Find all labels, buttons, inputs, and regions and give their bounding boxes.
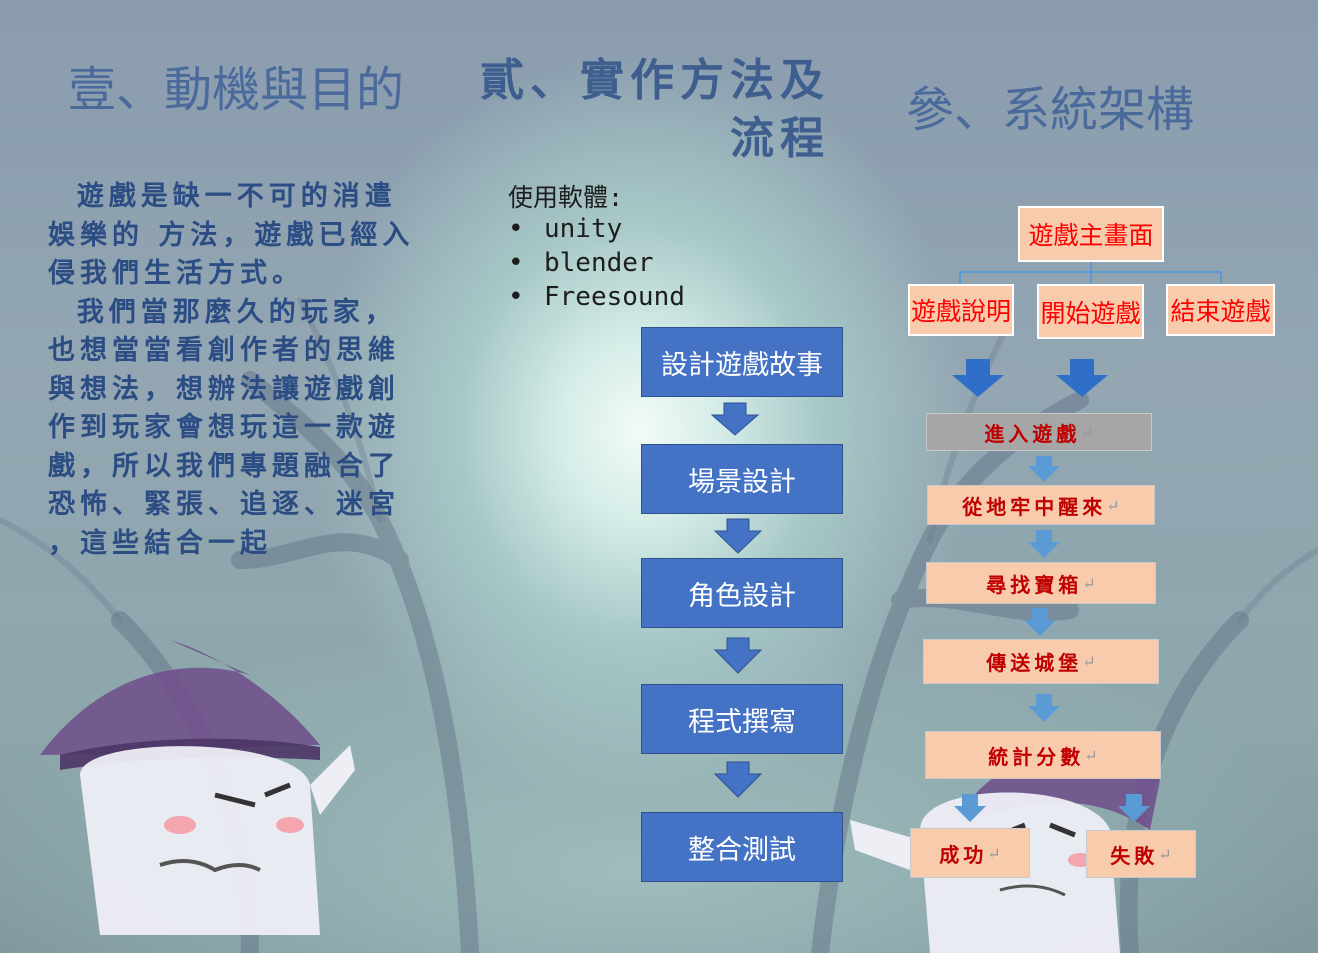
software-item: blender — [508, 246, 685, 280]
down-arrow-icon — [1118, 794, 1150, 822]
down-arrow-icon — [1024, 608, 1056, 636]
flow-step-story-design: 設計遊戲故事 — [641, 327, 843, 397]
software-list: unity blender Freesound — [508, 212, 685, 314]
system-option-exit: 結束遊戲 — [1166, 284, 1275, 336]
ghost-witch-illustration-left — [40, 640, 355, 935]
down-arrow-icon — [1056, 359, 1108, 397]
stage-label: 進入遊戲 — [984, 421, 1081, 446]
return-mark: ↵ — [1158, 844, 1172, 864]
down-arrow-icon — [954, 794, 986, 822]
down-arrow-icon — [1028, 694, 1060, 722]
section-title-method-line1: 貳、實作方法及 — [480, 55, 830, 106]
stage-enter-game: 進入遊戲 ↵ — [926, 413, 1152, 451]
software-item: unity — [508, 212, 685, 246]
down-arrow-icon — [1028, 456, 1060, 482]
section-title-method: 貳、實作方法及 流程 — [470, 52, 830, 168]
section-title-motivation: 壹、動機與目的 — [68, 62, 405, 118]
down-arrow-icon — [713, 761, 763, 798]
down-arrow-icon — [710, 402, 760, 436]
outcome-success: 成功 ↵ — [910, 828, 1030, 878]
outcome-label: 成功 — [939, 842, 988, 867]
system-option-start: 開始遊戲 — [1037, 284, 1144, 339]
down-arrow-icon — [1028, 530, 1060, 558]
flow-arrows — [710, 402, 763, 798]
return-mark: ↵ — [1080, 422, 1094, 442]
outcome-label: 失敗 — [1110, 843, 1159, 868]
software-item: Freesound — [508, 280, 685, 314]
system-main-menu: 遊戲主畫面 — [1018, 206, 1164, 262]
down-arrow-icon — [713, 637, 763, 674]
down-arrow-icon — [713, 518, 763, 554]
down-arrow-icon — [952, 359, 1004, 397]
section-title-architecture: 參、系統架構 — [906, 82, 1195, 138]
motivation-paragraph: 遊戲是缺一不可的消遣娛樂的 方法，遊戲已經入侵我們生活方式。 我們當那麼久的玩家… — [48, 181, 415, 559]
system-option-instructions: 遊戲說明 — [908, 284, 1014, 336]
section-title-method-line2: 流程 — [730, 113, 830, 164]
software-heading: 使用軟體: — [508, 183, 624, 212]
return-mark: ↵ — [987, 843, 1001, 863]
flow-step-integration-testing: 整合測試 — [641, 812, 843, 882]
outcome-failure: 失敗 ↵ — [1086, 830, 1196, 878]
big-down-arrows — [952, 359, 1108, 397]
stage-arrows — [954, 456, 1150, 822]
